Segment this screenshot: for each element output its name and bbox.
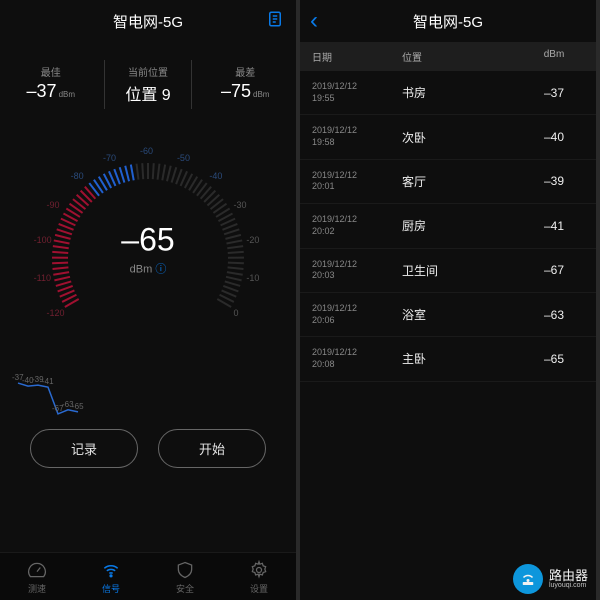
start-button[interactable]: 开始 [158, 429, 266, 468]
gauge-tick: -80 [71, 171, 84, 181]
worst-label: 最差 [213, 64, 277, 79]
header: 智电网-5G [0, 0, 296, 42]
gauge-tick: -10 [246, 273, 259, 283]
row-dbm: –40 [524, 130, 584, 144]
current-stat: 当前位置 位置 9 [104, 60, 191, 109]
tab-label: 信号 [74, 582, 148, 595]
info-icon[interactable]: ⓘ [155, 264, 166, 276]
tab-settings[interactable]: 设置 [222, 553, 296, 600]
table-row[interactable]: 2019/12/1220:06 浴室 –63 [300, 293, 596, 337]
table-row[interactable]: 2019/12/1220:08 主卧 –65 [300, 337, 596, 381]
gauge-tick: -70 [103, 153, 116, 163]
document-icon[interactable] [266, 10, 284, 33]
row-location: 厨房 [402, 217, 524, 234]
table-row[interactable]: 2019/12/1220:03 卫生间 –67 [300, 249, 596, 293]
sparkline: -37-40-39-41-67-63-65 [14, 381, 282, 417]
row-location: 主卧 [402, 350, 524, 367]
gauge-tick: -50 [177, 153, 190, 163]
tab-label: 测速 [0, 582, 74, 595]
spark-point-label: -65 [72, 402, 84, 411]
best-label: 最佳 [19, 64, 83, 79]
record-button[interactable]: 记录 [30, 429, 138, 468]
gauge-value: –65 [121, 222, 174, 259]
row-location: 卫生间 [402, 262, 524, 279]
tab-label: 设置 [222, 582, 296, 595]
gauge-tick: -90 [46, 200, 59, 210]
back-icon[interactable]: ‹ [310, 7, 318, 35]
gear-icon [222, 560, 296, 580]
worst-stat: 最差 –75dBm [205, 60, 285, 109]
best-value: –37 [27, 81, 57, 101]
history-screen: ‹ 智电网-5G 日期 位置 dBm 2019/12/1219:55 书房 –3… [300, 0, 600, 600]
page-title: 智电网-5G [113, 11, 183, 32]
action-buttons: 记录 开始 [0, 417, 296, 480]
gauge-tick: -120 [46, 308, 64, 318]
current-label: 当前位置 [125, 64, 170, 79]
row-location: 浴室 [402, 306, 524, 323]
row-location: 次卧 [402, 129, 524, 146]
row-dbm: –65 [524, 352, 584, 366]
row-location: 客厅 [402, 173, 524, 190]
row-dbm: –41 [524, 219, 584, 233]
gauge-tick: -110 [34, 273, 51, 283]
signal-gauge: –65 dBm ⓘ -120-110-100-90-80-70-60-50-40… [18, 119, 278, 379]
gauge-unit: dBm ⓘ [121, 261, 174, 277]
gauge-center: –65 dBm ⓘ [121, 222, 174, 277]
header: ‹ 智电网-5G [300, 0, 596, 42]
current-value: 位置 9 [125, 81, 170, 105]
signal-screen: 智电网-5G 最佳 –37dBm 当前位置 位置 9 最差 –75dBm –65… [0, 0, 300, 600]
row-location: 书房 [402, 84, 524, 101]
gauge-tick: -100 [34, 235, 52, 245]
gauge-tick: -60 [140, 146, 153, 156]
watermark: 路由器 luyouqi.com [513, 564, 588, 594]
worst-value: –75 [221, 81, 251, 101]
table-row[interactable]: 2019/12/1220:02 厨房 –41 [300, 204, 596, 248]
worst-unit: dBm [253, 90, 269, 99]
tab-signal[interactable]: 信号 [74, 553, 148, 600]
table-row[interactable]: 2019/12/1220:01 客厅 –39 [300, 160, 596, 204]
gauge-tick: -20 [246, 235, 259, 245]
tab-speed[interactable]: 测速 [0, 553, 74, 600]
spark-point-label: -41 [42, 377, 54, 386]
gauge-icon [0, 560, 74, 580]
best-unit: dBm [59, 90, 75, 99]
table-header: 日期 位置 dBm [300, 42, 596, 71]
shield-icon [148, 560, 222, 580]
col-loc: 位置 [402, 49, 524, 64]
row-date: 2019/12/1220:03 [312, 259, 402, 282]
signal-stats: 最佳 –37dBm 当前位置 位置 9 最差 –75dBm [0, 42, 296, 117]
gauge-tick: 0 [234, 308, 239, 318]
row-date: 2019/12/1220:06 [312, 303, 402, 326]
row-dbm: –67 [524, 263, 584, 277]
tab-label: 安全 [148, 582, 222, 595]
router-icon [513, 564, 543, 594]
row-dbm: –37 [524, 86, 584, 100]
gauge-tick: -30 [234, 200, 247, 210]
row-dbm: –39 [524, 174, 584, 188]
wifi-icon [74, 560, 148, 580]
row-date: 2019/12/1219:58 [312, 125, 402, 148]
row-date: 2019/12/1220:01 [312, 170, 402, 193]
tab-bar: 测速 信号 安全 设置 [0, 552, 296, 600]
best-stat: 最佳 –37dBm [11, 60, 91, 109]
page-title: 智电网-5G [413, 11, 483, 32]
watermark-text: 路由器 luyouqi.com [549, 569, 588, 590]
table-row[interactable]: 2019/12/1219:55 书房 –37 [300, 71, 596, 115]
col-date: 日期 [312, 49, 402, 64]
row-dbm: –63 [524, 308, 584, 322]
col-dbm: dBm [524, 49, 584, 64]
gauge-tick: -40 [209, 171, 222, 181]
row-date: 2019/12/1219:55 [312, 81, 402, 104]
table-body: 2019/12/1219:55 书房 –372019/12/1219:58 次卧… [300, 71, 596, 382]
tab-security[interactable]: 安全 [148, 553, 222, 600]
row-date: 2019/12/1220:08 [312, 347, 402, 370]
table-row[interactable]: 2019/12/1219:58 次卧 –40 [300, 115, 596, 159]
row-date: 2019/12/1220:02 [312, 214, 402, 237]
